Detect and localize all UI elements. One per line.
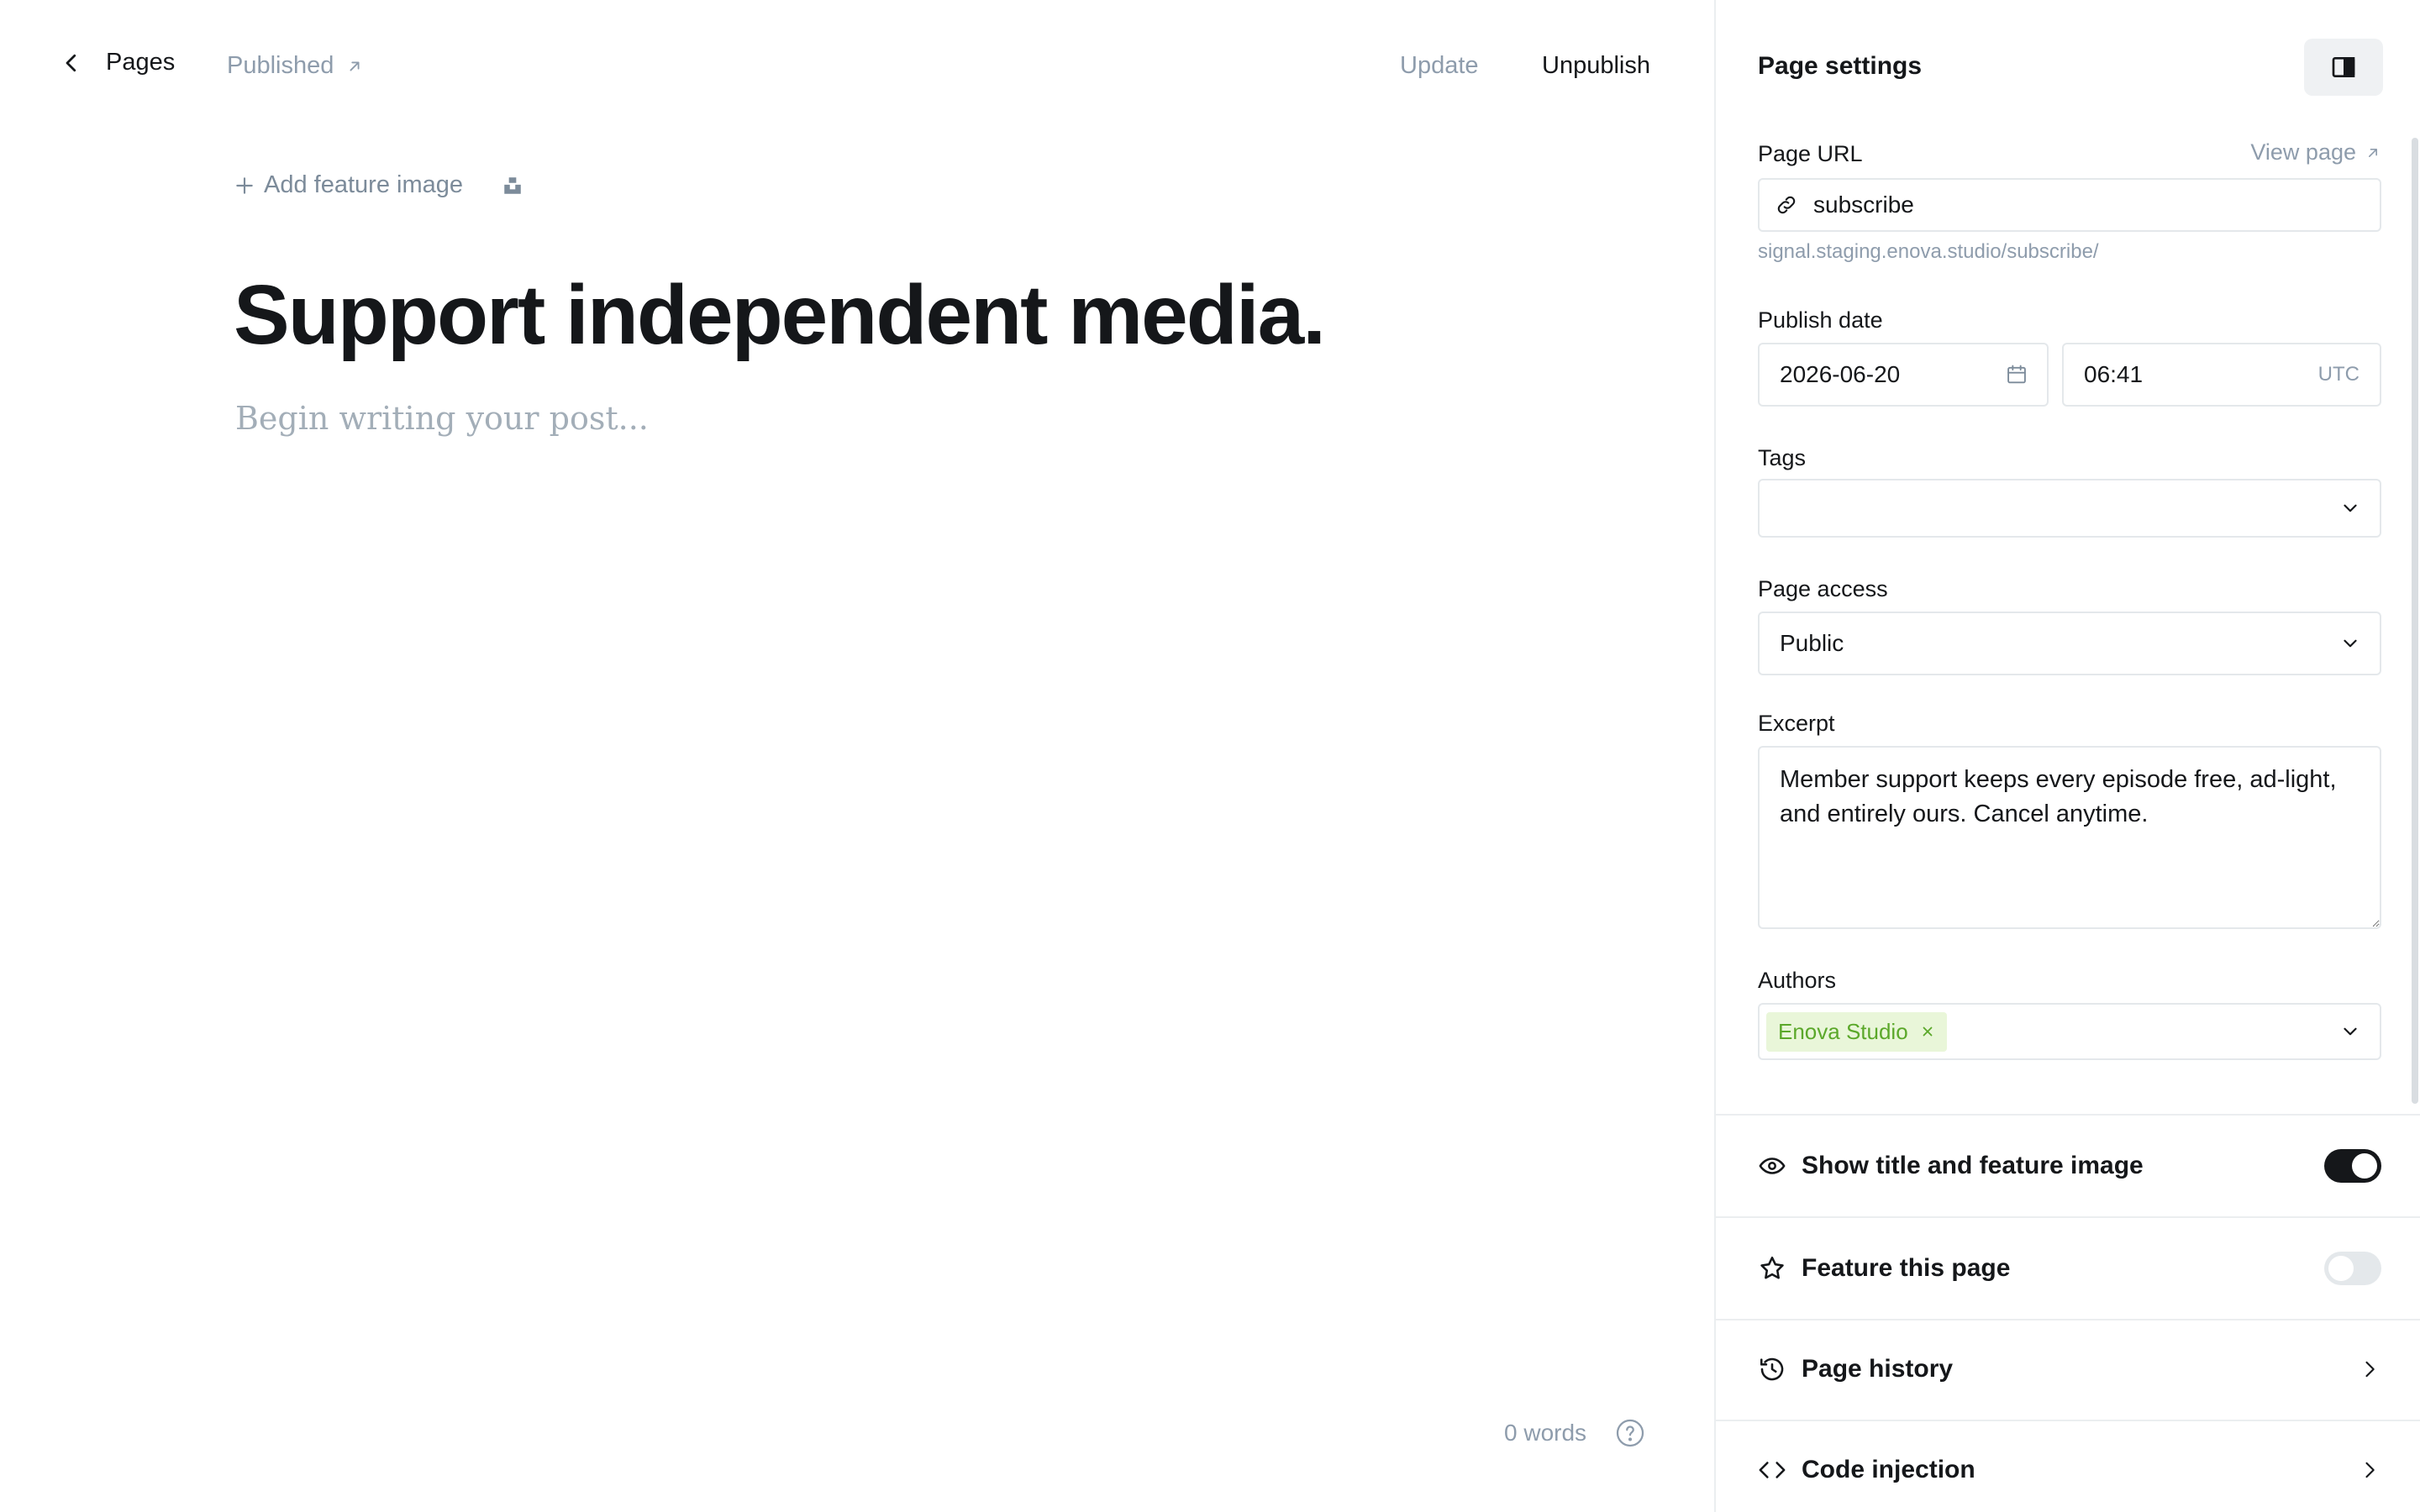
page-url-label: Page URL bbox=[1758, 141, 1863, 166]
code-injection-row-left: Code injection bbox=[1758, 1456, 1975, 1484]
publish-time-input[interactable]: 06:41 UTC bbox=[2062, 343, 2381, 407]
show-title-row[interactable]: Show title and feature image bbox=[1758, 1139, 2381, 1193]
add-feature-image-label: Add feature image bbox=[264, 171, 463, 198]
word-count: 0 words bbox=[1504, 1420, 1587, 1446]
code-injection-row[interactable]: Code injection bbox=[1758, 1443, 2381, 1497]
unsplash-icon bbox=[504, 176, 521, 194]
back-link-label: Pages bbox=[106, 49, 176, 76]
arrow-up-right-icon bbox=[350, 61, 360, 71]
page-history-row-left: Page history bbox=[1758, 1355, 1953, 1383]
authors-select[interactable]: Enova Studio bbox=[1758, 1003, 2381, 1060]
tags-select[interactable] bbox=[1758, 479, 2381, 538]
author-chip-label: Enova Studio bbox=[1778, 1018, 1908, 1044]
settings-panel: Page settings Page URL View page subscri… bbox=[1714, 0, 2420, 1512]
authors-label: Authors bbox=[1758, 968, 1837, 993]
author-chip[interactable]: Enova Studio bbox=[1766, 1011, 1947, 1052]
plus-icon bbox=[236, 176, 253, 194]
chevron-right-icon bbox=[2365, 1361, 2375, 1378]
toggle-settings-panel-button[interactable] bbox=[2304, 39, 2383, 96]
page-access-value: Public bbox=[1780, 630, 1844, 656]
post-body-editor[interactable]: Begin writing your post... bbox=[235, 400, 649, 437]
page-url-input[interactable]: subscribe bbox=[1758, 178, 2381, 232]
code-icon bbox=[1759, 1462, 1786, 1478]
update-button[interactable]: Update bbox=[1400, 52, 1479, 80]
unpublish-button[interactable]: Unpublish bbox=[1542, 52, 1650, 80]
timezone-label: UTC bbox=[2317, 363, 2360, 386]
link-icon bbox=[1777, 196, 1796, 214]
show-title-label: Show title and feature image bbox=[1802, 1152, 2144, 1179]
toggle-knob bbox=[2352, 1153, 2377, 1179]
chevron-down-icon bbox=[2344, 639, 2357, 648]
view-page-link[interactable]: View page bbox=[2250, 139, 2381, 165]
feature-image-row: Add feature image bbox=[234, 171, 527, 199]
unsplash-button[interactable] bbox=[502, 173, 527, 198]
star-icon bbox=[1760, 1256, 1784, 1279]
page-access-select[interactable]: Public bbox=[1758, 612, 2381, 675]
publish-date-value: 2026-06-20 bbox=[1780, 361, 1901, 387]
chevron-down-icon bbox=[2344, 504, 2357, 512]
editor-area: Pages Published Update Unpublish Add fea… bbox=[0, 0, 1714, 1512]
toggle-knob bbox=[2328, 1256, 2354, 1281]
arrow-up-right-icon bbox=[2369, 148, 2377, 157]
page-url-value: subscribe bbox=[1813, 192, 1914, 218]
page-history-row[interactable]: Page history bbox=[1758, 1342, 2381, 1396]
published-status-link[interactable]: Published bbox=[227, 52, 364, 80]
calendar-icon bbox=[2007, 365, 2026, 384]
chevron-left-icon bbox=[66, 54, 76, 71]
publish-date-label: Publish date bbox=[1758, 307, 1883, 333]
code-injection-label: Code injection bbox=[1802, 1456, 1975, 1483]
help-icon[interactable] bbox=[1615, 1418, 1645, 1448]
settings-panel-title: Page settings bbox=[1758, 52, 1923, 80]
feature-page-row-left: Feature this page bbox=[1758, 1254, 2010, 1283]
back-to-pages-link[interactable]: Pages bbox=[59, 49, 175, 76]
editor-topbar: Pages Published Update Unpublish bbox=[0, 0, 1714, 138]
sidebar-panel-icon bbox=[2332, 57, 2355, 77]
status-label: Published bbox=[227, 52, 334, 79]
divider bbox=[1716, 1420, 2420, 1421]
eye-icon bbox=[1759, 1158, 1786, 1174]
app-root: Pages Published Update Unpublish Add fea… bbox=[0, 0, 2420, 1512]
history-icon bbox=[1760, 1357, 1784, 1381]
close-icon[interactable] bbox=[1920, 1024, 1935, 1039]
view-page-label: View page bbox=[2250, 139, 2356, 165]
divider bbox=[1716, 1216, 2420, 1218]
feature-page-toggle[interactable] bbox=[2324, 1252, 2381, 1285]
chevron-down-icon bbox=[2344, 1027, 2357, 1036]
publish-date-input[interactable]: 2026-06-20 bbox=[1758, 343, 2049, 407]
settings-scrollbar[interactable] bbox=[2412, 138, 2418, 1104]
post-title[interactable]: Support independent media. bbox=[234, 267, 1326, 364]
feature-page-row[interactable]: Feature this page bbox=[1758, 1242, 2381, 1295]
page-history-label: Page history bbox=[1802, 1355, 1954, 1383]
add-feature-image-button[interactable]: Add feature image bbox=[234, 171, 463, 199]
excerpt-label: Excerpt bbox=[1758, 711, 1835, 736]
page-access-label: Page access bbox=[1758, 576, 1888, 601]
page-url-hint: signal.staging.enova.studio/subscribe/ bbox=[1758, 240, 2099, 263]
divider bbox=[1716, 1114, 2420, 1116]
publish-time-value: 06:41 bbox=[2084, 361, 2144, 387]
feature-page-label: Feature this page bbox=[1802, 1254, 2011, 1282]
chevron-right-icon bbox=[2365, 1462, 2375, 1478]
divider bbox=[1716, 1319, 2420, 1320]
show-title-row-left: Show title and feature image bbox=[1758, 1152, 2144, 1180]
tags-label: Tags bbox=[1758, 445, 1807, 470]
show-title-toggle[interactable] bbox=[2324, 1149, 2381, 1183]
excerpt-textarea[interactable]: Member support keeps every episode free,… bbox=[1758, 746, 2381, 929]
